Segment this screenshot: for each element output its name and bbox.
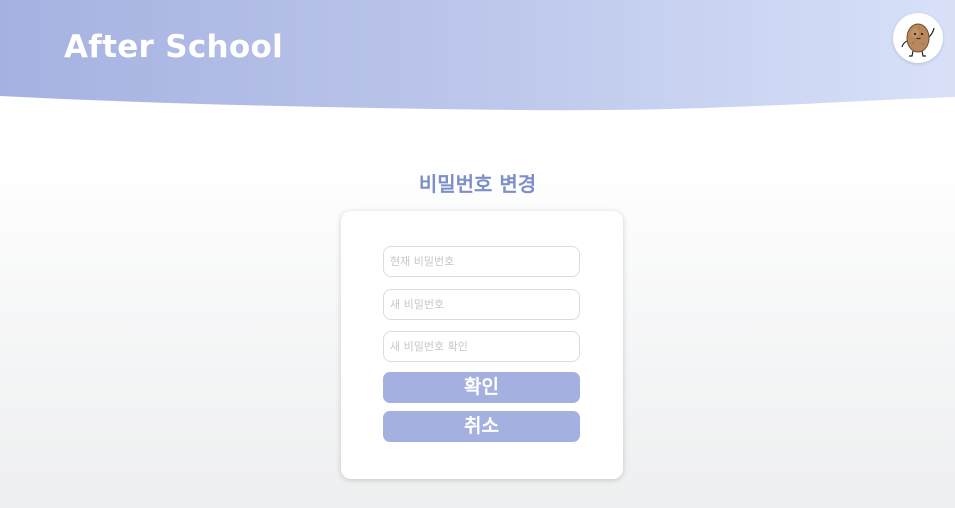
cancel-button[interactable]: 취소 bbox=[383, 411, 580, 442]
potato-mascot-icon bbox=[901, 23, 935, 57]
current-password-input[interactable] bbox=[383, 246, 580, 277]
avatar[interactable] bbox=[893, 13, 943, 63]
confirm-new-password-input[interactable] bbox=[383, 331, 580, 362]
confirm-button[interactable]: 확인 bbox=[383, 372, 580, 403]
page-title: 비밀번호 변경 bbox=[418, 172, 537, 196]
new-password-input[interactable] bbox=[383, 289, 580, 320]
password-change-card: 확인 취소 bbox=[341, 211, 623, 479]
brand-logo-text[interactable]: After School bbox=[64, 26, 283, 68]
header-banner: After School bbox=[0, 0, 955, 112]
